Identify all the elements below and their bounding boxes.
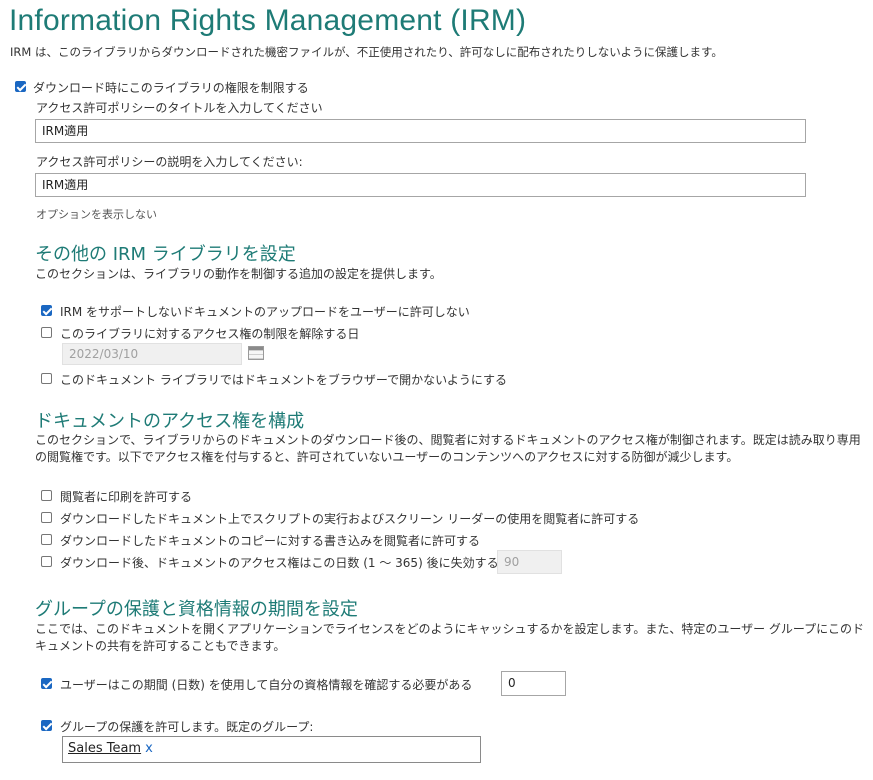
stop-restriction-date-input[interactable]: 2022/03/10 [62, 343, 242, 365]
group-settings-heading: グループの保護と資格情報の期間を設定 [35, 599, 358, 620]
prevent-browser-open-checkbox[interactable] [41, 373, 52, 384]
calendar-icon[interactable] [248, 346, 264, 360]
group-settings-description: ここでは、このドキュメントを開くアプリケーションでライセンスをどのようにキャッシ… [35, 622, 864, 653]
library-settings-heading: その他の IRM ライブラリを設定 [35, 244, 296, 265]
allow-print-label: 閲覧者に印刷を許可する [60, 490, 193, 504]
stop-restriction-date-checkbox[interactable] [41, 327, 52, 338]
restrict-permissions-label: ダウンロード時にこのライブラリの権限を制限する [33, 81, 309, 95]
policy-title-label: アクセス許可ポリシーのタイトルを入力してください [36, 101, 323, 115]
allow-script-checkbox[interactable] [41, 512, 52, 523]
allow-script-label: ダウンロードしたドキュメント上でスクリプトの実行およびスクリーン リーダーの使用… [60, 512, 640, 526]
intro-text: IRM は、このライブラリからダウンロードされた機密ファイルが、不正使用されたり… [10, 45, 723, 59]
default-group-picker[interactable]: Sales Team x [62, 736, 481, 763]
hide-options-link[interactable]: オプションを表示しない [36, 206, 157, 222]
block-unsupported-upload-label: IRM をサポートしないドキュメントのアップロードをユーザーに許可しない [60, 305, 470, 319]
restrict-permissions-checkbox[interactable] [15, 81, 26, 92]
allow-write-copy-checkbox[interactable] [41, 534, 52, 545]
allow-print-checkbox[interactable] [41, 490, 52, 501]
verify-credentials-label: ユーザーはこの期間 (日数) を使用して自分の資格情報を確認する必要がある [60, 678, 473, 692]
verify-credentials-checkbox[interactable] [41, 678, 52, 689]
policy-title-input[interactable]: IRM適用 [35, 119, 806, 143]
library-settings-description: このセクションは、ライブラリの動作を制御する追加の設定を提供します。 [35, 267, 442, 281]
policy-description-input[interactable]: IRM適用 [35, 173, 806, 197]
verify-days-input[interactable]: 0 [501, 671, 566, 696]
stop-restriction-date-label: このライブラリに対するアクセス権の制限を解除する日 [60, 327, 360, 341]
allow-write-copy-label: ダウンロードしたドキュメントのコピーに対する書き込みを閲覧者に許可する [60, 534, 481, 548]
policy-description-label: アクセス許可ポリシーの説明を入力してください: [36, 155, 303, 169]
remove-group-icon[interactable]: x [145, 741, 153, 756]
expire-days-input[interactable]: 90 [497, 550, 562, 574]
group-protection-label: グループの保護を許可します。既定のグループ: [60, 720, 314, 734]
access-settings-description: このセクションで、ライブラリからのドキュメントのダウンロード後の、閲覧者に対する… [35, 433, 861, 464]
expire-access-checkbox[interactable] [41, 556, 52, 567]
prevent-browser-open-label: このドキュメント ライブラリではドキュメントをブラウザーで開かないようにする [60, 373, 507, 387]
group-token: Sales Team [68, 741, 142, 756]
access-settings-heading: ドキュメントのアクセス権を構成 [35, 411, 305, 432]
group-protection-checkbox[interactable] [41, 720, 52, 731]
block-unsupported-upload-checkbox[interactable] [41, 305, 52, 316]
page-title: Information Rights Management (IRM) [9, 4, 527, 37]
expire-access-label: ダウンロード後、ドキュメントのアクセス権はこの日数 (1 ～ 365) 後に失効… [60, 556, 499, 570]
